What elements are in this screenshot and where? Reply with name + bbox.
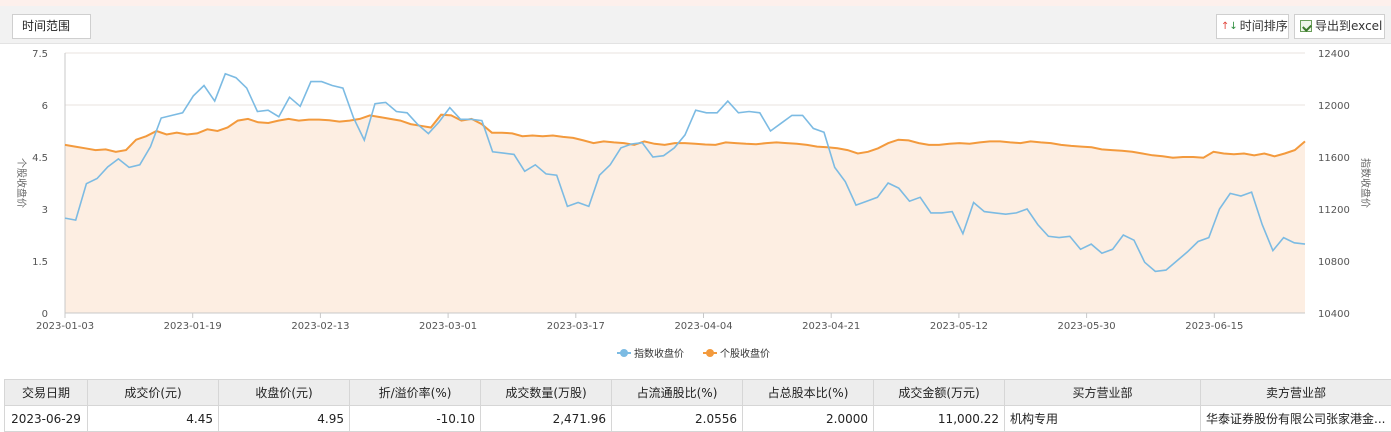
arrow-down-icon: ↓ [1229, 15, 1237, 38]
x-tick-label: 2023-01-03 [36, 321, 94, 332]
right-tick-label: 11600 [1318, 153, 1350, 164]
cell-total-ratio: 2.0000 [743, 406, 874, 432]
time-sort-label: 时间排序 [1240, 19, 1288, 33]
left-tick-label: 3 [42, 205, 48, 216]
x-tick-label: 2023-03-01 [419, 321, 477, 332]
chart-legend[interactable]: 指数收盘价 个股收盘价 [617, 347, 770, 360]
stock-close-area [65, 115, 1305, 313]
cell-amount: 11,000.22 [874, 406, 1005, 432]
right-tick-label: 10400 [1318, 309, 1350, 320]
x-tick-label: 2023-05-12 [930, 321, 988, 332]
left-tick-label: 4.5 [32, 153, 48, 164]
cell-close-price: 4.95 [219, 406, 350, 432]
legend-index-marker [620, 349, 628, 357]
block-trade-table: 交易日期 成交价(元) 收盘价(元) 折/溢价率(%) 成交数量(万股) 占流通… [4, 379, 1391, 432]
x-tick-label: 2023-04-04 [674, 321, 732, 332]
x-tick-label: 2023-02-13 [291, 321, 349, 332]
x-tick-label: 2023-01-19 [164, 321, 222, 332]
x-tick-label: 2023-03-17 [547, 321, 605, 332]
left-tick-label: 1.5 [32, 257, 48, 268]
legend-stock-label: 个股收盘价 [720, 347, 770, 360]
cell-float-ratio: 2.0556 [612, 406, 743, 432]
col-header-total-ratio[interactable]: 占总股本比(%) [743, 380, 874, 406]
right-tick-label: 12000 [1318, 101, 1350, 112]
col-header-volume[interactable]: 成交数量(万股) [481, 380, 612, 406]
cell-trade-date: 2023-06-29 [5, 406, 88, 432]
col-header-trade-date[interactable]: 交易日期 [5, 380, 88, 406]
excel-icon [1300, 20, 1312, 32]
left-axis-title: 个股收盘价 [15, 158, 28, 208]
x-tick-label: 2023-06-15 [1185, 321, 1243, 332]
export-excel-button[interactable]: 导出到excel [1294, 14, 1385, 39]
export-excel-label: 导出到excel [1315, 19, 1382, 33]
left-tick-label: 0 [42, 309, 48, 320]
col-header-buyer[interactable]: 买方营业部 [1005, 380, 1201, 406]
cell-seller: 华泰证券股份有限公司张家港金... [1201, 406, 1391, 432]
col-header-float-ratio[interactable]: 占流通股比(%) [612, 380, 743, 406]
col-header-deal-price[interactable]: 成交价(元) [88, 380, 219, 406]
legend-index-label: 指数收盘价 [634, 347, 684, 360]
price-chart: 0 1.5 3 4.5 6 7.5 10400 10800 11200 11600 12000 124… [0, 44, 1391, 379]
cell-deal-price: 4.45 [88, 406, 219, 432]
x-tick-label: 2023-05-30 [1058, 321, 1116, 332]
right-tick-label: 10800 [1318, 257, 1350, 268]
x-tick-label: 2023-04-21 [802, 321, 860, 332]
time-range-button[interactable]: 时间范围 [12, 14, 91, 39]
right-tick-label: 12400 [1318, 49, 1350, 60]
col-header-premium-rate[interactable]: 折/溢价率(%) [350, 380, 481, 406]
cell-buyer: 机构专用 [1005, 406, 1201, 432]
time-sort-button[interactable]: ↑↓时间排序 [1216, 14, 1289, 39]
left-tick-label: 6 [42, 101, 48, 112]
right-tick-label: 11200 [1318, 205, 1350, 216]
left-tick-label: 7.5 [32, 49, 48, 60]
table-header-row: 交易日期 成交价(元) 收盘价(元) 折/溢价率(%) 成交数量(万股) 占流通… [5, 380, 1391, 406]
arrow-up-icon: ↑ [1221, 15, 1229, 38]
toolbar: 时间范围 ↑↓时间排序 导出到excel [0, 6, 1391, 44]
col-header-amount[interactable]: 成交金额(万元) [874, 380, 1005, 406]
cell-volume: 2,471.96 [481, 406, 612, 432]
cell-premium-rate: -10.10 [350, 406, 481, 432]
legend-stock-marker [706, 349, 714, 357]
col-header-close-price[interactable]: 收盘价(元) [219, 380, 350, 406]
table-row[interactable]: 2023-06-29 4.45 4.95 -10.10 2,471.96 2.0… [5, 406, 1391, 432]
col-header-seller[interactable]: 卖方营业部 [1201, 380, 1391, 406]
right-axis-title: 指数收盘价 [1359, 158, 1372, 208]
